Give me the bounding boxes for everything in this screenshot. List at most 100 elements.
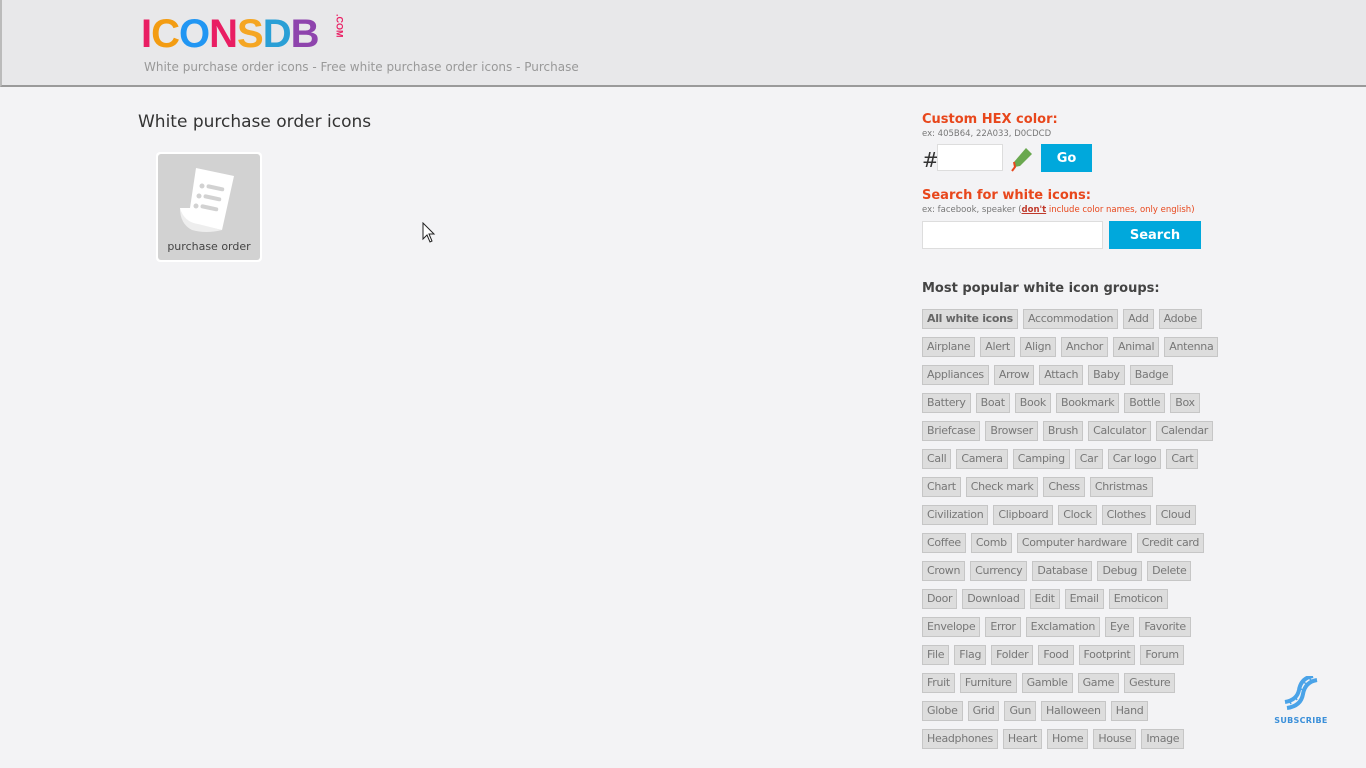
search-input[interactable] bbox=[922, 221, 1103, 249]
dont-link[interactable]: don't bbox=[1022, 205, 1047, 215]
icon-group-tag[interactable]: Edit bbox=[1029, 589, 1060, 609]
purchase-order-icon bbox=[180, 168, 234, 232]
icon-group-tag[interactable]: Book bbox=[1014, 393, 1051, 413]
icon-group-tag[interactable]: Antenna bbox=[1164, 337, 1219, 357]
icon-group-tag[interactable]: Emoticon bbox=[1108, 589, 1168, 609]
search-example-prefix: ex: facebook, speaker ( bbox=[922, 205, 1022, 215]
icon-group-tag[interactable]: Grid bbox=[967, 701, 1000, 721]
icon-group-tag[interactable]: Furniture bbox=[959, 673, 1017, 693]
icon-group-tag[interactable]: All white icons bbox=[922, 309, 1018, 329]
icon-group-tag[interactable]: Database bbox=[1032, 561, 1093, 581]
icon-group-tag[interactable]: Crown bbox=[922, 561, 966, 581]
icon-group-tag[interactable]: House bbox=[1093, 729, 1137, 749]
icon-group-tag[interactable]: Appliances bbox=[922, 365, 989, 385]
icon-group-tag[interactable]: Error bbox=[985, 617, 1021, 637]
icon-group-tag[interactable]: Christmas bbox=[1089, 477, 1153, 497]
icon-group-tag[interactable]: Cart bbox=[1166, 449, 1199, 469]
icon-group-tag[interactable]: Anchor bbox=[1061, 337, 1108, 357]
icon-group-tag[interactable]: Battery bbox=[922, 393, 971, 413]
icon-card-label: purchase order bbox=[167, 240, 251, 253]
icon-group-tag[interactable]: Computer hardware bbox=[1016, 533, 1132, 553]
icon-group-tag[interactable]: Credit card bbox=[1136, 533, 1205, 553]
icon-group-tag[interactable]: Currency bbox=[970, 561, 1028, 581]
icon-group-tag[interactable]: Airplane bbox=[922, 337, 976, 357]
icon-group-tag[interactable]: Clothes bbox=[1101, 505, 1151, 525]
icon-group-tag[interactable]: Clock bbox=[1058, 505, 1097, 525]
icon-group-tag[interactable]: Folder bbox=[991, 645, 1034, 665]
icon-group-tag[interactable]: Food bbox=[1038, 645, 1074, 665]
icon-group-tag[interactable]: Car bbox=[1074, 449, 1103, 469]
icon-group-tag[interactable]: Accommodation bbox=[1022, 309, 1119, 329]
icon-group-tag[interactable]: Coffee bbox=[922, 533, 966, 553]
icon-group-tag[interactable]: Calculator bbox=[1088, 421, 1151, 441]
tag-row: Envelope Error Exclamation Eye Favorite bbox=[922, 617, 1212, 645]
icon-group-tag[interactable]: Envelope bbox=[922, 617, 981, 637]
icon-group-tag[interactable]: Brush bbox=[1042, 421, 1084, 441]
icon-group-tag[interactable]: Email bbox=[1064, 589, 1104, 609]
hex-color-input[interactable] bbox=[937, 144, 1003, 171]
icon-group-tag[interactable]: Box bbox=[1170, 393, 1200, 413]
icon-group-tag[interactable]: Browser bbox=[985, 421, 1038, 441]
icon-group-tag[interactable]: Forum bbox=[1140, 645, 1184, 665]
icon-group-tag[interactable]: Arrow bbox=[993, 365, 1035, 385]
iconsdb-logo[interactable]: ICONSDB .COM bbox=[141, 14, 360, 54]
icon-group-tag[interactable]: Delete bbox=[1147, 561, 1192, 581]
icon-group-tag[interactable]: Chart bbox=[922, 477, 961, 497]
icon-group-tag[interactable]: Debug bbox=[1097, 561, 1143, 581]
icon-group-tag[interactable]: Headphones bbox=[922, 729, 998, 749]
icon-group-tag[interactable]: File bbox=[922, 645, 950, 665]
icon-group-tag[interactable]: Call bbox=[922, 449, 952, 469]
icon-group-tag[interactable]: Globe bbox=[922, 701, 963, 721]
icon-group-tag[interactable]: Gesture bbox=[1124, 673, 1176, 693]
tag-row: All white icons Accommodation Add Adobe bbox=[922, 309, 1212, 337]
icon-group-tag[interactable]: Adobe bbox=[1158, 309, 1202, 329]
icon-group-tag[interactable]: Badge bbox=[1129, 365, 1174, 385]
icon-group-tag[interactable]: Camera bbox=[956, 449, 1008, 469]
icon-group-tag[interactable]: Hand bbox=[1110, 701, 1149, 721]
icon-group-tag[interactable]: Fruit bbox=[922, 673, 955, 693]
tag-row: Door Download Edit Email Emoticon bbox=[922, 589, 1212, 617]
search-button[interactable]: Search bbox=[1109, 221, 1201, 249]
icon-group-tag[interactable]: Game bbox=[1077, 673, 1120, 693]
site-header: ICONSDB .COM White purchase order icons -… bbox=[0, 0, 1366, 87]
icon-group-tag[interactable]: Alert bbox=[980, 337, 1015, 357]
icon-group-tag[interactable]: Briefcase bbox=[922, 421, 981, 441]
icon-group-tag[interactable]: Halloween bbox=[1041, 701, 1106, 721]
icon-group-tag[interactable]: Heart bbox=[1002, 729, 1043, 749]
icon-group-tag[interactable]: Clipboard bbox=[993, 505, 1054, 525]
icon-group-tag[interactable]: Eye bbox=[1105, 617, 1135, 637]
icon-group-tag[interactable]: Download bbox=[962, 589, 1025, 609]
icon-group-tag[interactable]: Align bbox=[1019, 337, 1057, 357]
color-picker-icon[interactable] bbox=[1010, 146, 1034, 172]
icon-group-tag[interactable]: Cloud bbox=[1155, 505, 1196, 525]
icon-group-tag[interactable]: Check mark bbox=[965, 477, 1039, 497]
icon-group-tag[interactable]: Baby bbox=[1088, 365, 1125, 385]
icon-group-tag[interactable]: Footprint bbox=[1078, 645, 1136, 665]
icon-group-tag[interactable]: Home bbox=[1047, 729, 1089, 749]
go-button[interactable]: Go bbox=[1041, 144, 1092, 172]
icon-group-tag[interactable]: Comb bbox=[970, 533, 1012, 553]
icon-card-purchase-order[interactable]: purchase order bbox=[156, 152, 262, 262]
icon-group-tag[interactable]: Flag bbox=[954, 645, 987, 665]
icon-group-tag[interactable]: Image bbox=[1141, 729, 1185, 749]
icon-group-tag[interactable]: Camping bbox=[1012, 449, 1070, 469]
icon-group-tag[interactable]: Bookmark bbox=[1055, 393, 1120, 413]
subscribe-label: SUBSCRIBE bbox=[1274, 716, 1328, 725]
icon-group-tag[interactable]: Exclamation bbox=[1025, 617, 1101, 637]
icon-group-tag[interactable]: Chess bbox=[1043, 477, 1085, 497]
icon-group-tag[interactable]: Animal bbox=[1112, 337, 1160, 357]
icon-group-tag[interactable]: Favorite bbox=[1139, 617, 1191, 637]
icon-group-tag[interactable]: Door bbox=[922, 589, 958, 609]
icon-group-tag[interactable]: Civilization bbox=[922, 505, 989, 525]
icon-group-tag[interactable]: Add bbox=[1123, 309, 1154, 329]
tag-row: Appliances Arrow Attach Baby Badge bbox=[922, 365, 1212, 393]
icon-group-tag[interactable]: Attach bbox=[1039, 365, 1084, 385]
icon-group-tag[interactable]: Calendar bbox=[1155, 421, 1214, 441]
icon-group-tag[interactable]: Car logo bbox=[1107, 449, 1162, 469]
subscribe-widget[interactable]: SUBSCRIBE bbox=[1272, 674, 1330, 725]
icon-group-tag[interactable]: Bottle bbox=[1124, 393, 1166, 413]
icon-group-tag[interactable]: Gamble bbox=[1021, 673, 1073, 693]
tag-row: Airplane Alert Align Anchor Animal Antenna bbox=[922, 337, 1219, 365]
icon-group-tag[interactable]: Boat bbox=[975, 393, 1010, 413]
icon-group-tag[interactable]: Gun bbox=[1004, 701, 1037, 721]
